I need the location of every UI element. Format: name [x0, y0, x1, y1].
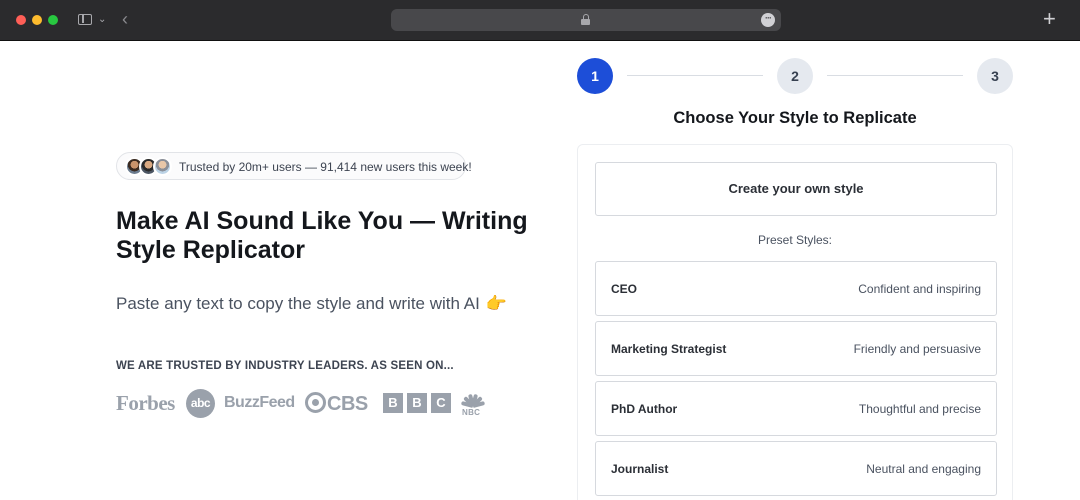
style-description: Confident and inspiring	[858, 282, 981, 296]
step-3-indicator: 3	[977, 58, 1013, 94]
style-name: PhD Author	[611, 402, 678, 416]
minimize-window-button[interactable]	[32, 15, 42, 25]
chevron-down-icon: ⌄	[98, 14, 107, 25]
nbc-logo: NBC	[460, 390, 486, 418]
sidebar-icon	[78, 14, 92, 25]
maximize-window-button[interactable]	[48, 15, 58, 25]
page-subtitle: Paste any text to copy the style and wri…	[116, 294, 507, 314]
style-option-ceo[interactable]: CEO Confident and inspiring	[595, 261, 997, 316]
style-name: Journalist	[611, 462, 669, 476]
style-description: Neutral and engaging	[866, 462, 981, 476]
style-name: Marketing Strategist	[611, 342, 727, 356]
forbes-logo: Forbes	[116, 391, 175, 415]
trust-text: Trusted by 20m+ users — 91,414 new users…	[179, 160, 472, 174]
sidebar-toggle-button[interactable]: ⌄	[78, 12, 112, 28]
close-window-button[interactable]	[16, 15, 26, 25]
press-logos: Forbes abc BuzzFeed CBS BBC NBC	[116, 388, 496, 420]
trusted-by-label: WE ARE TRUSTED BY INDUSTRY LEADERS. AS S…	[116, 360, 454, 372]
browser-toolbar: ⌄ ‹ ··· +	[0, 0, 1080, 41]
style-description: Thoughtful and precise	[858, 402, 981, 416]
buzzfeed-logo: BuzzFeed	[224, 394, 295, 411]
pointing-hand-icon: 👉	[485, 294, 507, 313]
style-option-marketing-strategist[interactable]: Marketing Strategist Friendly and persua…	[595, 321, 997, 376]
peacock-icon	[460, 390, 486, 408]
address-bar[interactable]: ···	[391, 9, 781, 31]
style-option-phd-author[interactable]: PhD Author Thoughtful and precise	[595, 381, 997, 436]
step-1-indicator: 1	[577, 58, 613, 94]
new-tab-button[interactable]: +	[1043, 8, 1056, 30]
style-name: CEO	[611, 282, 638, 296]
trust-badge: Trusted by 20m+ users — 91,414 new users…	[116, 152, 472, 180]
step-connector	[627, 75, 763, 76]
page-title: Make AI Sound Like You — Writing Style R…	[116, 207, 528, 264]
avatar	[153, 157, 172, 176]
cbs-logo: CBS	[305, 392, 368, 416]
cbs-eye-icon	[305, 392, 326, 413]
more-options-icon[interactable]: ···	[761, 13, 775, 27]
panel-title: Choose Your Style to Replicate	[673, 109, 917, 127]
user-avatars	[125, 157, 181, 177]
subtitle-text: Paste any text to copy the style and wri…	[116, 294, 480, 313]
style-description: Friendly and persuasive	[853, 342, 981, 356]
step-2-indicator: 2	[777, 58, 813, 94]
style-selection-panel: Create your own style Preset Styles: CEO…	[577, 144, 1013, 500]
preset-styles-label: Preset Styles:	[757, 233, 833, 247]
back-button[interactable]: ‹	[122, 9, 128, 29]
style-option-journalist[interactable]: Journalist Neutral and engaging	[595, 441, 997, 496]
bbc-logo: BBC	[383, 393, 455, 413]
create-own-style-button[interactable]: Create your own style	[595, 162, 997, 216]
lock-icon	[581, 14, 590, 25]
abc-logo: abc	[186, 389, 215, 418]
step-connector	[827, 75, 963, 76]
